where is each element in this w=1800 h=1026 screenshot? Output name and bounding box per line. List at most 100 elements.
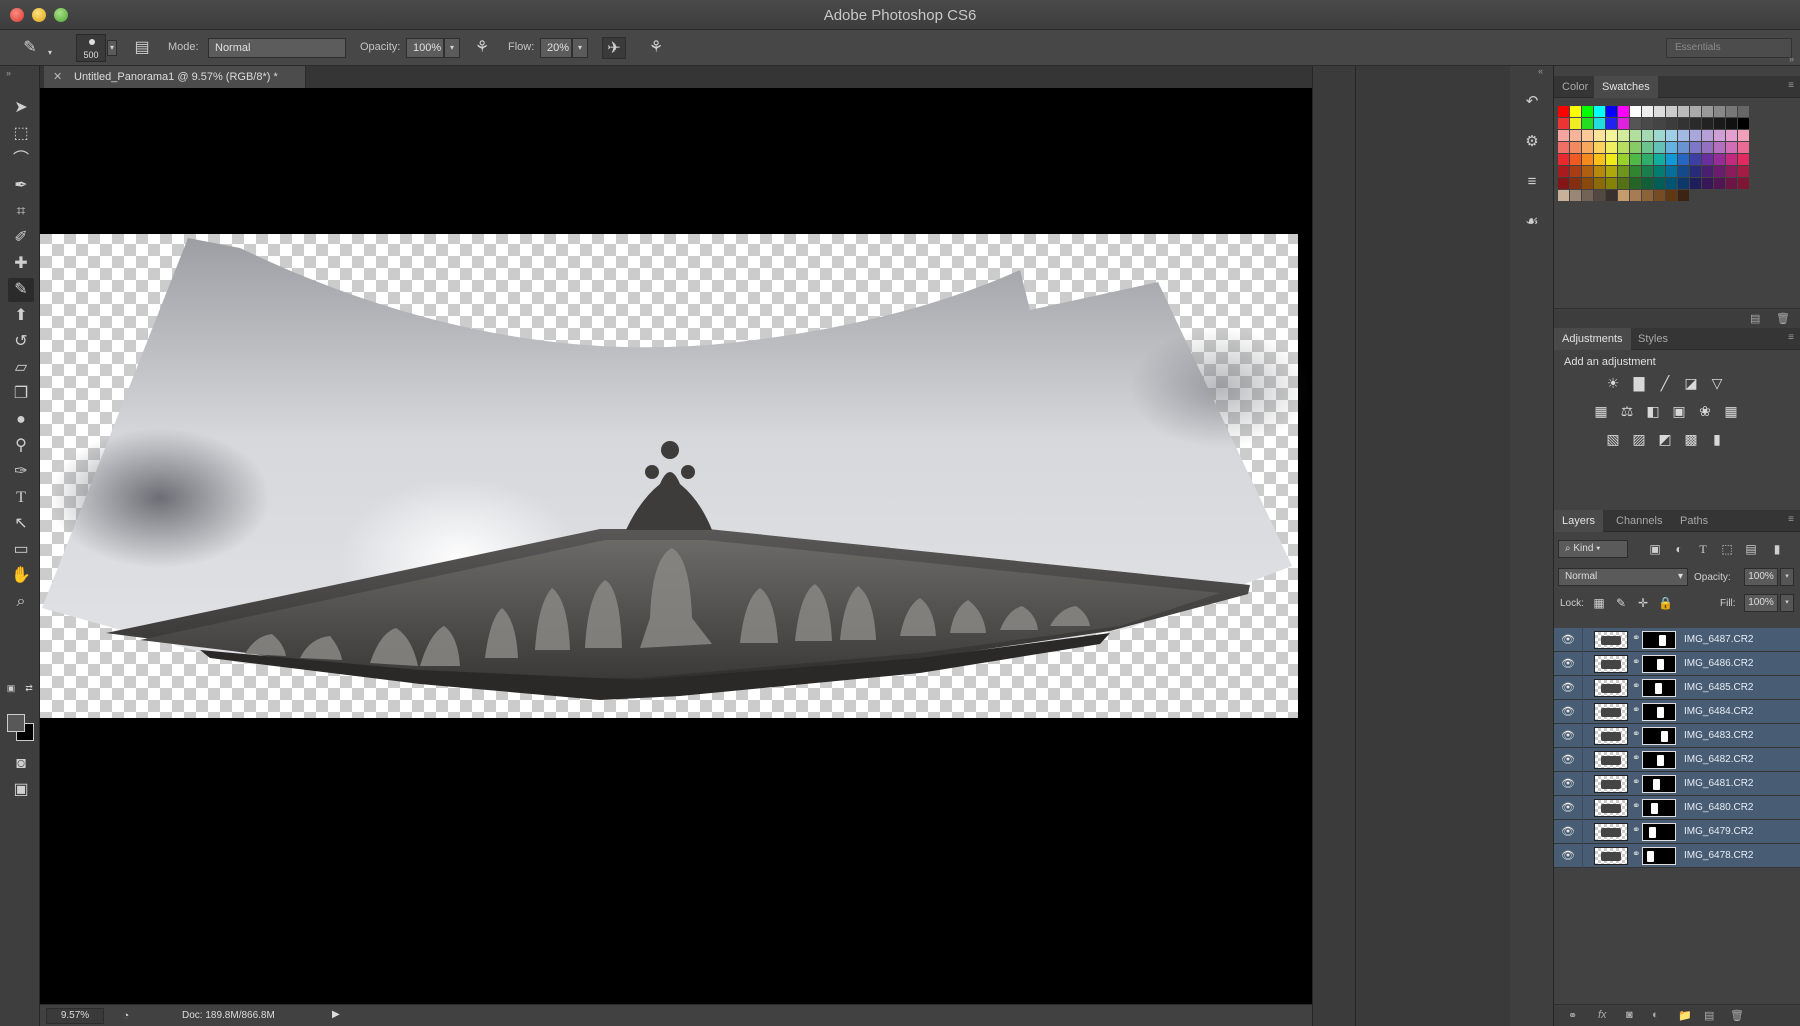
filter-pixel-icon[interactable]: ▣ [1646,540,1664,558]
brush-settings-panel-icon[interactable]: ≡ [1520,170,1544,194]
swatch[interactable] [1654,154,1665,165]
swatch[interactable] [1594,166,1605,177]
tab-channels[interactable]: Channels [1608,510,1670,532]
panels-collapse-icon[interactable]: » [1789,54,1794,64]
swatch[interactable] [1702,130,1713,141]
swatch[interactable] [1594,178,1605,189]
swatch[interactable] [1606,166,1617,177]
lock-transparent-icon[interactable]: ▦ [1592,596,1606,610]
history-brush-tool-icon[interactable]: ↺ [8,330,34,354]
vibrance-icon[interactable]: ▽ [1708,374,1726,392]
close-document-icon[interactable]: ✕ [53,70,62,83]
swatch[interactable] [1642,130,1653,141]
swatches-panel-menu-icon[interactable]: ≡ [1788,80,1794,91]
swatch[interactable] [1678,166,1689,177]
layer-mask-thumbnail[interactable] [1642,775,1676,793]
tab-adjustments[interactable]: Adjustments [1554,328,1631,350]
swatch[interactable] [1570,130,1581,141]
swatch[interactable] [1558,166,1569,177]
swatch[interactable] [1678,130,1689,141]
delete-swatch-icon[interactable]: 🗑 [1776,312,1790,325]
swatch[interactable] [1558,154,1569,165]
brush-preset-arrow[interactable]: ▾ [107,40,117,56]
swatch[interactable] [1606,142,1617,153]
swatch[interactable] [1738,166,1749,177]
swatch[interactable] [1642,154,1653,165]
pressure-opacity-icon[interactable]: ⚘ [470,37,494,59]
swatch[interactable] [1690,178,1701,189]
swatch[interactable] [1666,178,1677,189]
swatch[interactable] [1558,142,1569,153]
swatch[interactable] [1594,130,1605,141]
layer-name[interactable]: IMG_6482.CR2 [1684,754,1753,765]
layer-visibility-eye-icon[interactable]: 👁 [1560,824,1576,840]
swatch[interactable] [1714,118,1725,129]
layer-name[interactable]: IMG_6487.CR2 [1684,634,1753,645]
swatch[interactable] [1630,130,1641,141]
gradient-map-icon[interactable]: ▮ [1708,430,1726,448]
photo-filter-icon[interactable]: ▣ [1670,402,1688,420]
swatch[interactable] [1630,190,1641,201]
swatch[interactable] [1666,166,1677,177]
crop-tool-icon[interactable]: ⌗ [8,200,34,224]
swatch[interactable] [1618,178,1629,189]
layer-opacity-field[interactable]: 100% [1744,568,1778,586]
move-tool-icon[interactable]: ➤ [8,96,34,120]
swatch[interactable] [1702,178,1713,189]
layers-panel-menu-icon[interactable]: ≡ [1788,514,1794,525]
layer-mask-thumbnail[interactable] [1642,751,1676,769]
swatch[interactable] [1630,118,1641,129]
eyedropper-tool-icon[interactable]: ✐ [8,226,34,250]
swatch[interactable] [1618,190,1629,201]
marquee-tool-icon[interactable]: ⬚ [8,122,34,146]
layer-name[interactable]: IMG_6480.CR2 [1684,802,1753,813]
lock-position-icon[interactable]: ✛ [1636,596,1650,610]
swatch[interactable] [1690,130,1701,141]
delete-layer-icon[interactable]: 🗑 [1730,1009,1744,1022]
layer-name[interactable]: IMG_6481.CR2 [1684,778,1753,789]
swatch[interactable] [1582,154,1593,165]
layer-visibility-eye-icon[interactable]: 👁 [1560,632,1576,648]
swatch[interactable] [1630,106,1641,117]
swatch[interactable] [1726,166,1737,177]
document-tab[interactable]: ✕ Untitled_Panorama1 @ 9.57% (RGB/8*) * [44,66,306,88]
swatch[interactable] [1690,142,1701,153]
airbrush-icon[interactable]: ✈ [602,37,626,59]
layer-mask-link-icon[interactable]: ⚭ [1632,633,1640,644]
layer-mask-thumbnail[interactable] [1642,727,1676,745]
layer-name[interactable]: IMG_6486.CR2 [1684,658,1753,669]
swatch[interactable] [1678,190,1689,201]
layer-row[interactable]: 👁 ⚭ IMG_6486.CR2 [1554,652,1800,676]
layer-style-icon[interactable]: fx [1598,1009,1607,1021]
swatch[interactable] [1582,106,1593,117]
swatch[interactable] [1558,178,1569,189]
new-group-icon[interactable]: 📁 [1678,1009,1692,1022]
layer-row[interactable]: 👁 ⚭ IMG_6482.CR2 [1554,748,1800,772]
collapse-tools-icon[interactable]: » [6,68,11,78]
swatch[interactable] [1654,118,1665,129]
hand-tool-icon[interactable]: ✋ [8,564,34,588]
swatch[interactable] [1558,190,1569,201]
swatch[interactable] [1678,118,1689,129]
filter-toggle-icon[interactable]: ▮ [1768,540,1786,558]
channel-mixer-icon[interactable]: ❀ [1696,402,1714,420]
swatch[interactable] [1714,130,1725,141]
layer-visibility-eye-icon[interactable]: 👁 [1560,848,1576,864]
layer-visibility-eye-icon[interactable]: 👁 [1560,776,1576,792]
swatch[interactable] [1606,118,1617,129]
color-lookup-icon[interactable]: ▦ [1722,402,1740,420]
exposure-icon[interactable]: ◪ [1682,374,1700,392]
swatch[interactable] [1666,130,1677,141]
flow-field[interactable]: 20% [540,38,572,58]
layer-mask-link-icon[interactable]: ⚭ [1632,657,1640,668]
eraser-tool-icon[interactable]: ▱ [8,356,34,380]
brush-tool-icon[interactable]: ✎ [8,278,34,302]
workspace-switcher[interactable]: Essentials [1666,38,1792,58]
swatch[interactable] [1666,190,1677,201]
swatch[interactable] [1606,106,1617,117]
swatch[interactable] [1630,178,1641,189]
layer-visibility-eye-icon[interactable]: 👁 [1560,728,1576,744]
brush-presets-panel-icon[interactable]: ☙ [1520,210,1544,234]
layer-mask-thumbnail[interactable] [1642,823,1676,841]
swatch[interactable] [1690,166,1701,177]
